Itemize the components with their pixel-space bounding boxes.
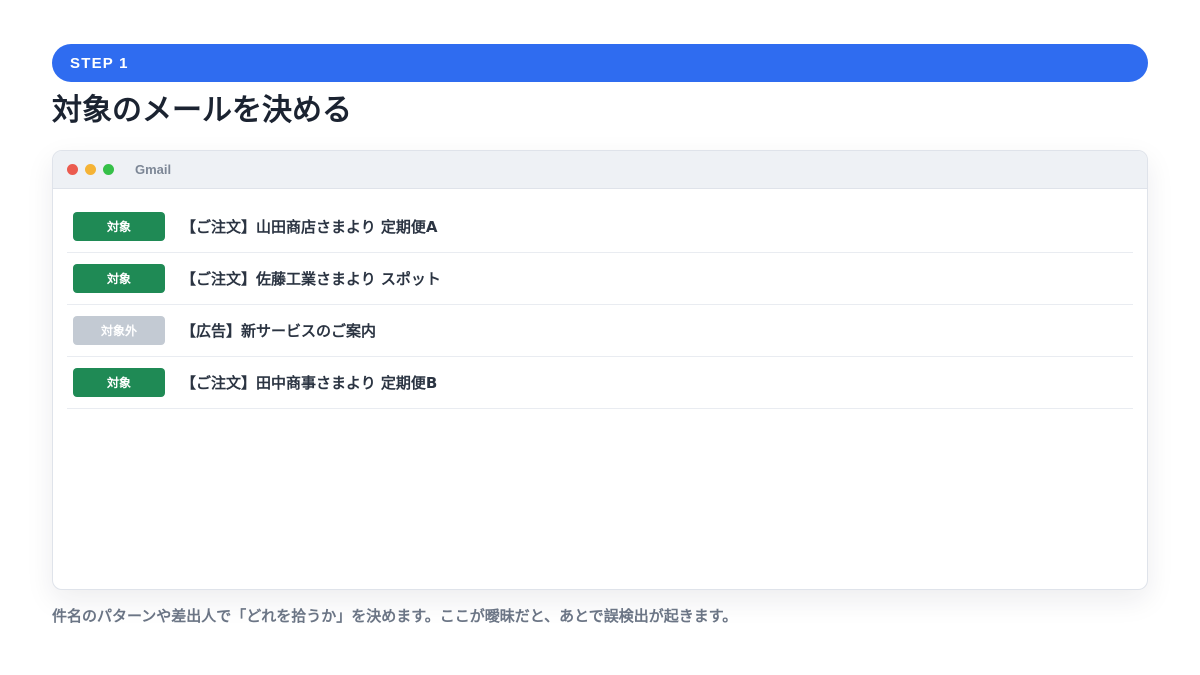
caption-text: 件名のパターンや差出人で「どれを拾うか」を決めます。ここが曖昧だと、あとで誤検出…: [52, 607, 738, 625]
mail-subject[interactable]: 【ご注文】田中商事さまより 定期便B: [181, 372, 437, 393]
app-name: Gmail: [135, 162, 172, 177]
mail-row[interactable]: 対象 【ご注文】佐藤工業さまより スポット: [67, 253, 1133, 305]
step-banner: STEP 1: [52, 44, 1148, 82]
mail-list: 対象 【ご注文】山田商店さまより 定期便A 対象 【ご注文】佐藤工業さまより ス…: [53, 189, 1147, 409]
mail-row[interactable]: 対象 【ご注文】田中商事さまより 定期便B: [67, 357, 1133, 409]
mail-window: Gmail 対象 【ご注文】山田商店さまより 定期便A 対象 【ご注文】佐藤工業…: [52, 150, 1148, 590]
status-badge: 対象: [73, 264, 165, 293]
step-label: STEP 1: [70, 54, 129, 72]
page-title: 対象のメールを決める: [52, 93, 352, 128]
status-badge: 対象外: [73, 316, 165, 345]
window-titlebar: Gmail: [53, 151, 1147, 189]
mail-subject[interactable]: 【ご注文】山田商店さまより 定期便A: [181, 216, 438, 237]
close-window-icon[interactable]: [67, 164, 78, 175]
mail-row[interactable]: 対象 【ご注文】山田商店さまより 定期便A: [67, 201, 1133, 253]
status-badge: 対象: [73, 212, 165, 241]
mail-row[interactable]: 対象外 【広告】新サービスのご案内: [67, 305, 1133, 357]
status-badge: 対象: [73, 368, 165, 397]
mail-subject[interactable]: 【ご注文】佐藤工業さまより スポット: [181, 268, 441, 289]
maximize-window-icon[interactable]: [103, 164, 114, 175]
minimize-window-icon[interactable]: [85, 164, 96, 175]
mail-subject[interactable]: 【広告】新サービスのご案内: [181, 320, 376, 341]
